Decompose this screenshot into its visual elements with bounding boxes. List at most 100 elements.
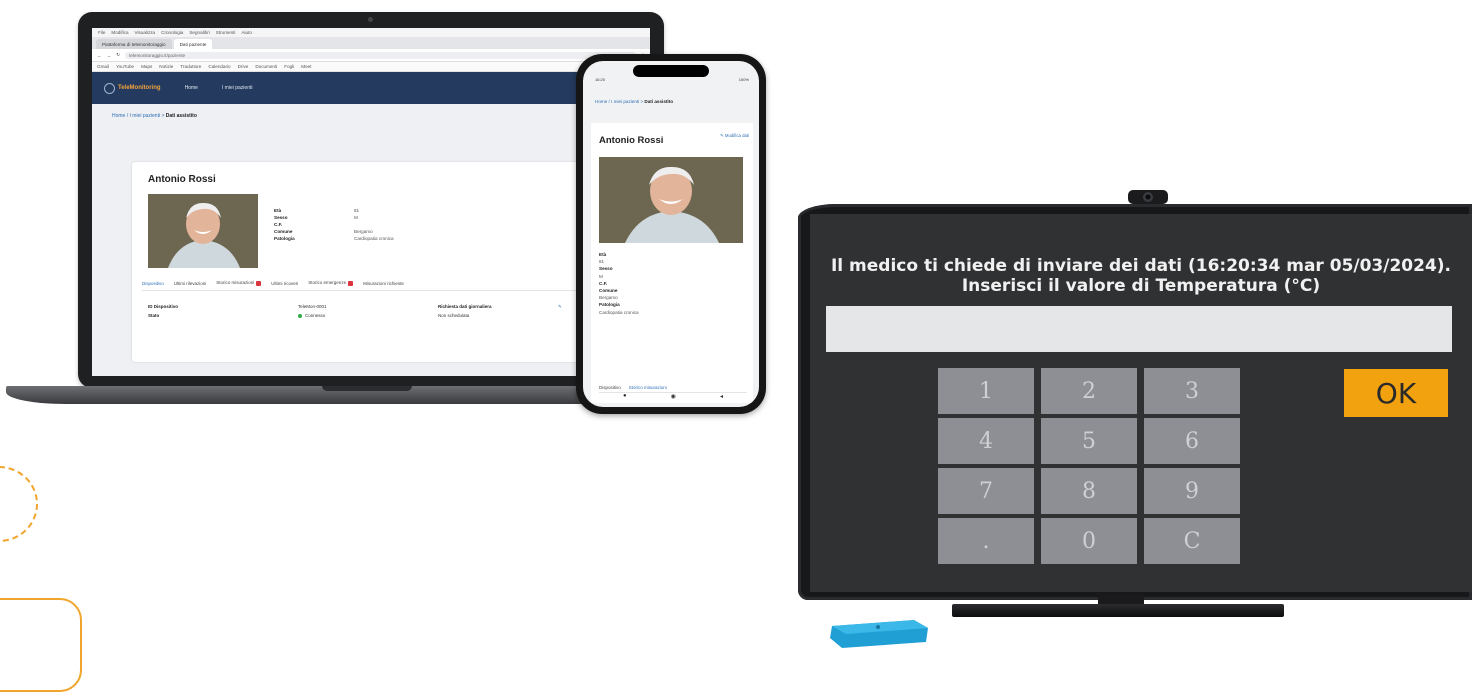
menu-item[interactable]: Aiuto xyxy=(241,30,251,35)
tab-ultimi-ricoveri[interactable]: Ultimi ricoveri xyxy=(271,281,298,286)
bookmark-item[interactable]: Drive xyxy=(238,64,249,69)
menu-item[interactable]: Modifica xyxy=(111,30,128,35)
tab-storico-misurazioni[interactable]: Storico misurazioni xyxy=(216,280,262,286)
tab-storico-emergenze[interactable]: Storico emergenze xyxy=(308,280,354,286)
menu-item[interactable]: Segnalibri xyxy=(189,30,209,35)
bookmark-item[interactable]: YouTube xyxy=(116,64,134,69)
tab-ultime-rilevazioni[interactable]: Ultimi rilevazioni xyxy=(174,281,207,286)
phone-tabs: Dispositivo Storico misurazioni xyxy=(599,385,747,393)
phone-battery: 100% xyxy=(738,77,749,82)
phone-screen: 16:20 100% Home / I miei pazienti > Dati… xyxy=(583,61,759,407)
breadcrumb-parent[interactable]: Home / I miei pazienti xyxy=(595,99,639,104)
bookmark-item[interactable]: Gmail xyxy=(97,64,109,69)
home-icon[interactable]: ◉ xyxy=(671,393,676,400)
tab-dispositivo[interactable]: Dispositivo xyxy=(599,385,621,390)
tab-dispositivo[interactable]: Dispositivo xyxy=(142,281,164,286)
back-icon[interactable]: ◂ xyxy=(720,393,723,400)
key-7[interactable]: 7 xyxy=(938,468,1034,514)
back-icon[interactable]: ← xyxy=(97,53,102,58)
nav-patients[interactable]: I miei pazienti xyxy=(222,85,253,91)
menu-item[interactable]: File xyxy=(98,30,105,35)
nav-home[interactable]: Home xyxy=(185,85,198,91)
schedule-label: Richiesta dati giornaliera xyxy=(438,304,492,309)
request-line-2: Inserisci il valore di Temperatura (°C) xyxy=(961,276,1321,296)
field-label: C.F. xyxy=(274,222,283,227)
elderly-man-photo xyxy=(148,194,258,268)
temperature-input[interactable] xyxy=(826,306,1452,352)
key-6[interactable]: 6 xyxy=(1144,418,1240,464)
tab-storico-misurazioni[interactable]: Storico misurazioni xyxy=(629,385,667,390)
numeric-keypad: 1 2 3 4 5 6 7 8 9 . 0 C xyxy=(938,368,1240,564)
phone-nav-bar: ● ◉ ◂ xyxy=(623,393,723,400)
tab-label: Storico emergenze xyxy=(308,280,347,286)
field-value: M xyxy=(354,215,358,220)
key-8[interactable]: 8 xyxy=(1041,468,1137,514)
device-status-label: Stato xyxy=(148,313,160,318)
field-label: Sesso xyxy=(599,266,613,272)
edit-label: Modifica dati xyxy=(724,133,749,138)
key-2[interactable]: 2 xyxy=(1041,368,1137,414)
key-3[interactable]: 3 xyxy=(1144,368,1240,414)
patient-photo xyxy=(148,194,258,268)
forward-icon[interactable]: → xyxy=(107,53,112,58)
field-label: Età xyxy=(599,252,607,257)
phone-time: 16:20 xyxy=(595,77,606,82)
key-9[interactable]: 9 xyxy=(1144,468,1240,514)
field-label: Patologia xyxy=(599,302,620,308)
laptop-camera xyxy=(368,17,373,22)
tv-screen: Il medico ti chiede di inviare dei dati … xyxy=(810,214,1472,592)
key-4[interactable]: 4 xyxy=(938,418,1034,464)
field-value: Bergamo xyxy=(354,229,373,234)
bookmark-item[interactable]: Notizie xyxy=(159,64,173,69)
decorative-dashed-circle xyxy=(0,466,38,542)
field-value: 81 xyxy=(354,208,360,213)
elderly-man-photo xyxy=(599,157,743,243)
schedule-value: Non schedulata xyxy=(438,313,470,318)
patient-info: Età 81 Sesso M C.F. Comune Bergamo Patologi… xyxy=(274,208,574,241)
app-brand[interactable]: TeleMonitoring xyxy=(104,82,161,94)
phone-patient-photo xyxy=(599,157,743,243)
recent-apps-icon[interactable]: ● xyxy=(623,393,627,400)
key-clear[interactable]: C xyxy=(1144,518,1240,564)
key-0[interactable]: 0 xyxy=(1041,518,1137,564)
breadcrumb-current: Dati assistito xyxy=(644,99,674,104)
phone-patient-name: Antonio Rossi xyxy=(599,135,664,146)
tab-label: Storico misurazioni xyxy=(216,280,255,286)
key-decimal[interactable]: . xyxy=(938,518,1034,564)
reload-icon[interactable]: ↻ xyxy=(116,52,120,58)
field-label: Età xyxy=(274,208,282,213)
menu-item[interactable]: Strumenti xyxy=(216,30,236,35)
bookmark-item[interactable]: Documenti xyxy=(255,64,277,69)
bookmark-item[interactable]: Maps xyxy=(141,64,152,69)
ok-button[interactable]: OK xyxy=(1344,369,1448,417)
menu-item[interactable]: Visualizza xyxy=(135,30,156,35)
browser-tab[interactable]: Piattaforma di telemonitoraggio xyxy=(96,39,172,49)
field-label: C.F. xyxy=(599,280,608,286)
smartphone: 16:20 100% Home / I miei pazienti > Dati… xyxy=(576,54,766,414)
tab-misurazioni-richieste[interactable]: Misurazioni richieste xyxy=(363,281,404,286)
decorative-rounded-outline xyxy=(0,598,82,692)
phone-edit-link[interactable]: ✎ Modifica dati xyxy=(720,133,749,139)
field-value: 81 xyxy=(599,259,605,265)
key-5[interactable]: 5 xyxy=(1041,418,1137,464)
device-id-value: TeleMon-0001 xyxy=(298,304,327,309)
field-label: Patologia xyxy=(274,236,295,241)
bookmark-item[interactable]: Meet xyxy=(301,64,311,69)
field-label: Comune xyxy=(599,288,618,294)
key-1[interactable]: 1 xyxy=(938,368,1034,414)
url-input[interactable]: telemonitoraggio.it/paziente xyxy=(125,51,636,59)
menu-item[interactable]: Cronologia xyxy=(161,30,183,35)
breadcrumb-parent[interactable]: Home / I miei pazienti xyxy=(112,113,160,119)
bookmark-item[interactable]: Calendario xyxy=(208,64,230,69)
field-label: Sesso xyxy=(274,215,288,220)
browser-tab-active[interactable]: Dati paziente xyxy=(173,39,213,49)
browser-addressbar: ← → ↻ telemonitoraggio.it/paziente ☆ xyxy=(92,49,650,62)
patient-name: Antonio Rossi xyxy=(148,174,216,185)
patient-card: Antonio Rossi ✎ Modifica Età81 SessoM C.… xyxy=(132,162,650,362)
patient-tabs: Dispositivo Ultimi rilevazioni Storico m… xyxy=(142,276,646,291)
tv-stand xyxy=(952,604,1284,617)
field-value: Bergamo xyxy=(599,295,618,301)
bookmark-item[interactable]: Traduttore xyxy=(180,64,201,69)
bookmark-item[interactable]: Fogli xyxy=(284,64,294,69)
device-info: ID Dispositivo TeleMon-0001 Richiesta da… xyxy=(148,304,646,318)
